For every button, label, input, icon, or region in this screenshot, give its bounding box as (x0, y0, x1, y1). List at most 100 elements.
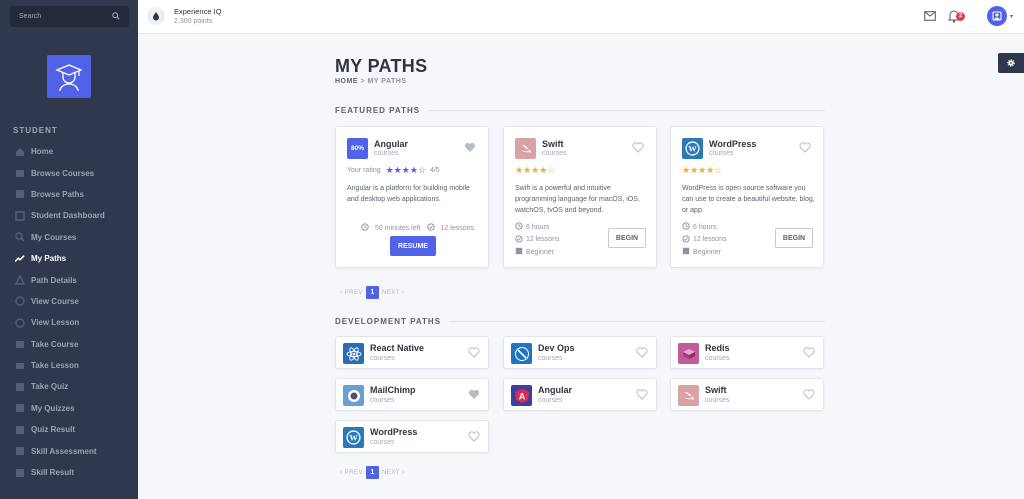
sidebar-item-home[interactable]: Home (0, 141, 138, 162)
page-title: MY PATHS (335, 56, 428, 76)
lessons-icon (426, 223, 435, 233)
level-icon (515, 247, 523, 257)
card-subtitle: courses (542, 150, 567, 157)
sidebar-item-label: Home (31, 147, 54, 157)
video-icon (15, 361, 25, 371)
sidebar-item-view-lesson[interactable]: View Lesson (0, 312, 138, 333)
sidebar-item-view-course[interactable]: View Course (0, 291, 138, 312)
heart-icon[interactable] (799, 142, 811, 155)
card-title[interactable]: React Native (370, 343, 424, 353)
card-meta: 6 hours 12 lessons Beginner (682, 221, 726, 259)
card-title[interactable]: WordPress (370, 427, 417, 437)
search-input[interactable]: Search (10, 6, 129, 27)
react-logo-icon (343, 343, 364, 364)
sidebar-item-label: Browse Courses (31, 168, 95, 178)
path-card-swift[interactable]: Swift courses (670, 378, 824, 411)
path-card-mailchimp[interactable]: MailChimp courses (335, 378, 489, 411)
sidebar-item-skill-result[interactable]: Skill Result (0, 462, 138, 483)
featured-card-swift[interactable]: Swift courses ★★★★☆ Swift is a powerful … (503, 126, 657, 268)
sidebar-item-browse-courses[interactable]: Browse Courses (0, 162, 138, 183)
breadcrumb-home[interactable]: HOME (335, 78, 358, 85)
card-subtitle: courses (370, 439, 395, 446)
assessment-icon (15, 446, 25, 456)
path-card-redis[interactable]: Redis courses (670, 336, 824, 369)
search-placeholder: Search (19, 13, 42, 20)
path-card-wordpress[interactable]: W WordPress courses (335, 420, 489, 453)
sidebar-item-take-quiz[interactable]: Take Quiz (0, 376, 138, 397)
quiz-icon (15, 403, 25, 413)
clock-icon (515, 222, 523, 232)
path-card-dev-ops[interactable]: Dev Ops courses (503, 336, 657, 369)
sidebar-item-skill-assessment[interactable]: Skill Assessment (0, 440, 138, 461)
clock-icon (361, 223, 369, 233)
page-1-button[interactable]: 1 (366, 286, 380, 299)
sidebar-item-my-paths[interactable]: My Paths (0, 248, 138, 269)
development-pagination: ‹ PREV 1 NEXT › (340, 466, 405, 479)
card-title[interactable]: Angular (538, 385, 572, 395)
sidebar-item-take-lesson[interactable]: Take Lesson (0, 355, 138, 376)
skill-icon (15, 468, 25, 478)
dashboard-icon (15, 211, 25, 221)
heart-icon[interactable] (468, 389, 480, 402)
sidebar-item-browse-paths[interactable]: Browse Paths (0, 184, 138, 205)
resume-button[interactable]: RESUME (390, 236, 436, 256)
wordpress-logo-icon: W (343, 427, 364, 448)
sidebar-item-take-course[interactable]: Take Course (0, 334, 138, 355)
begin-button[interactable]: BEGIN (775, 228, 813, 248)
sidebar-item-path-details[interactable]: Path Details (0, 269, 138, 290)
path-card-react-native[interactable]: React Native courses (335, 336, 489, 369)
card-title[interactable]: Swift (542, 139, 564, 149)
sidebar-menu: Home Browse Courses Browse Paths Student… (0, 141, 138, 483)
next-page-button[interactable]: NEXT › (382, 290, 405, 296)
card-title[interactable]: Redis (705, 343, 730, 353)
rating-row: Your rating ★★★★☆ 4/5 (347, 165, 440, 176)
level-icon (682, 247, 690, 257)
lessons-count: 12 lessons (440, 224, 474, 232)
prev-page-button[interactable]: ‹ PREV (340, 470, 363, 476)
sidebar-item-student-dashboard[interactable]: Student Dashboard (0, 205, 138, 226)
card-title[interactable]: Dev Ops (538, 343, 575, 353)
play-circle-icon (15, 296, 25, 307)
featured-card-wordpress[interactable]: W WordPress courses ★★★★☆ WordPress is o… (670, 126, 824, 268)
sidebar-item-my-courses[interactable]: My Courses (0, 227, 138, 248)
heart-icon[interactable] (468, 347, 480, 360)
card-title[interactable]: MailChimp (370, 385, 416, 395)
rating-stars[interactable]: ★★★★☆ (386, 165, 426, 176)
next-page-button[interactable]: NEXT › (382, 470, 405, 476)
card-title[interactable]: Swift (705, 385, 727, 395)
sidebar-item-label: Browse Paths (31, 189, 84, 199)
heart-icon[interactable] (464, 142, 476, 155)
prev-page-button[interactable]: ‹ PREV (340, 290, 363, 296)
redis-logo-icon (678, 343, 699, 364)
sidebar-section-heading: STUDENT (13, 126, 58, 135)
sidebar-item-label: Take Lesson (31, 361, 79, 371)
card-title[interactable]: Angular (374, 139, 408, 149)
page-1-button[interactable]: 1 (366, 466, 380, 479)
sidebar-item-label: Skill Assessment (31, 446, 97, 456)
devops-logo-icon (511, 343, 532, 364)
avatar[interactable] (987, 6, 1007, 26)
sidebar-item-label: View Course (31, 296, 79, 306)
search-icon[interactable] (112, 11, 120, 22)
featured-card-angular[interactable]: 80% Angular courses Your rating ★★★★☆ 4/… (335, 126, 489, 268)
rating-row: ★★★★☆ (682, 165, 722, 176)
heart-icon[interactable] (803, 389, 815, 402)
heart-icon[interactable] (636, 347, 648, 360)
begin-button[interactable]: BEGIN (608, 228, 646, 248)
progress-badge-label: 80% (350, 145, 364, 152)
chevron-down-icon[interactable]: ▾ (1010, 13, 1013, 20)
mail-icon[interactable] (924, 11, 936, 23)
notification-badge: 2 (956, 12, 966, 21)
path-card-angular[interactable]: A Angular courses (503, 378, 657, 411)
lessons-icon (515, 235, 523, 245)
heart-icon[interactable] (803, 347, 815, 360)
heart-icon[interactable] (468, 431, 480, 444)
heart-icon[interactable] (632, 142, 644, 155)
sidebar-item-quiz-result[interactable]: Quiz Result (0, 419, 138, 440)
heart-icon[interactable] (636, 389, 648, 402)
card-title[interactable]: WordPress (709, 139, 756, 149)
library-icon (15, 168, 25, 178)
sidebar-item-my-quizzes[interactable]: My Quizzes (0, 398, 138, 419)
gear-icon[interactable] (998, 53, 1024, 73)
divider (449, 321, 825, 322)
